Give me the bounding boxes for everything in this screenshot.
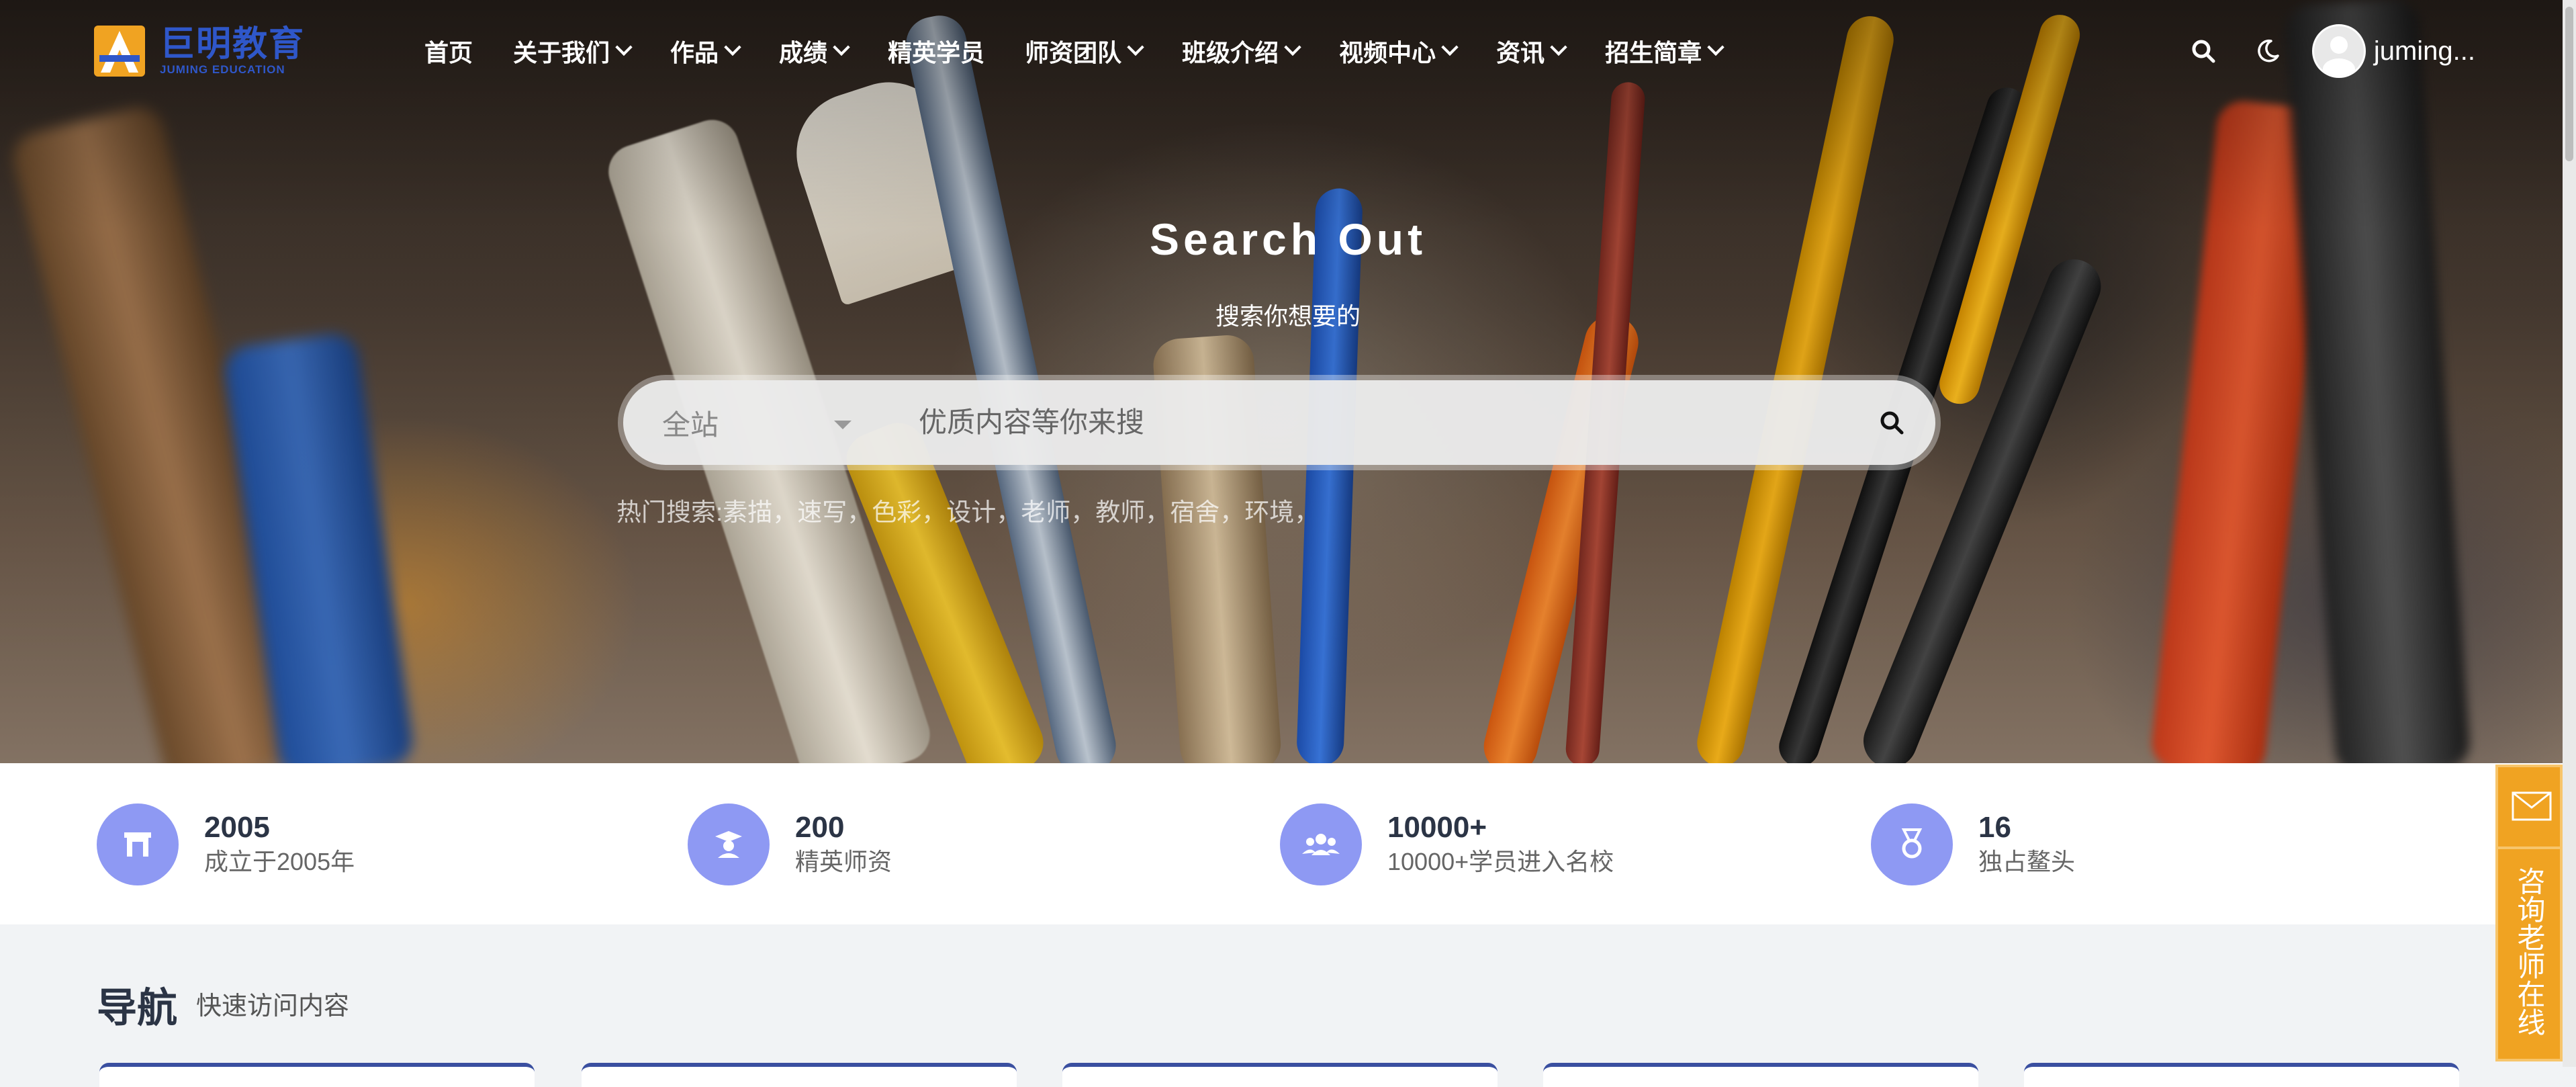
quick-nav-section: 导航 快速访问内容 [0,924,2576,1087]
chevron-down-icon [1550,38,1567,56]
chevron-down-icon [1707,38,1724,56]
search-bar: 全站 [618,375,1941,470]
chevron-down-icon [724,38,741,56]
separator: ， [1294,498,1320,526]
chevron-down-icon [1441,38,1459,56]
menu-label: 资讯 [1496,39,1545,67]
separator: ， [1220,498,1245,526]
separator: ， [921,498,947,526]
menu-item-videos[interactable]: 视频中心 [1339,32,1476,70]
stat-label: 10000+学员进入名校 [1387,848,1614,875]
hot-keyword[interactable]: 素描 [723,492,772,528]
nav-card[interactable] [99,1063,535,1087]
menu-label: 师资团队 [1025,39,1122,67]
menu-item-elite-students[interactable]: 精英学员 [888,32,1005,70]
hot-searches: 热门搜索: 素描， 速写， 色彩， 设计， 老师， 教师， 宿舍， 环境， [616,492,1319,528]
stat-label: 独占鳌头 [1978,848,2076,875]
nav-card[interactable] [582,1063,1017,1087]
menu-label: 首页 [424,39,473,67]
main-menu: 首页 关于我们 作品 成绩 精英学员 师资团队 班级介绍 视频中心 资讯 招生简… [424,32,1762,70]
stat-item: 16 独占鳌头 [1871,803,2075,885]
menu-label: 视频中心 [1339,39,1436,67]
stat-number: 200 [795,811,845,844]
menu-item-about[interactable]: 关于我们 [513,32,650,70]
hot-keyword[interactable]: 设计 [946,492,996,528]
stat-label: 成立于2005年 [204,848,355,875]
search-submit-button[interactable] [1848,380,1935,465]
hot-keyword[interactable]: 环境 [1244,492,1294,528]
nav-card[interactable] [2024,1063,2459,1087]
caret-down-icon [834,421,852,429]
menu-item-faculty[interactable]: 师资团队 [1025,32,1162,70]
menu-item-home[interactable]: 首页 [424,32,493,70]
brand-name-en: JUMING EDUCATION [160,63,285,76]
nav-actions: juming... [2159,24,2475,78]
stat-item: 200 精英师资 [688,803,892,885]
search-icon [1880,411,1904,435]
menu-label: 精英学员 [888,39,985,67]
search-subtitle: 搜索你想要的 [1215,302,1361,330]
menu-label: 关于我们 [513,39,610,67]
search-icon[interactable] [2183,31,2223,71]
hot-keyword[interactable]: 宿舍 [1170,492,1220,528]
medal-icon [1871,803,1953,885]
brand-name: 巨明教育 [160,25,306,64]
stat-item: 2005 成立于2005年 [97,803,355,885]
menu-label: 班级介绍 [1182,39,1279,67]
stat-number: 2005 [204,811,270,844]
stat-label: 精英师资 [795,848,892,875]
stat-number: 10000+ [1387,811,1487,844]
menu-label: 成绩 [779,39,828,67]
logo-mark-icon [94,26,145,77]
teacher-icon [688,803,770,885]
menu-item-works[interactable]: 作品 [670,32,759,70]
chevron-down-icon [1284,38,1301,56]
separator: ， [1070,498,1096,526]
students-icon [1280,803,1362,885]
search-scope-select[interactable]: 全站 [623,380,885,465]
menu-item-classes[interactable]: 班级介绍 [1182,32,1319,70]
stats-bar: 2005 成立于2005年 200 精英师资 10000+ 10000+学员进入… [0,763,2576,924]
scrollbar-thumb[interactable] [2565,7,2573,161]
menu-item-results[interactable]: 成绩 [779,32,868,70]
hot-keyword[interactable]: 色彩 [872,492,921,528]
consult-teacher-button[interactable]: 咨询老师在线 [2495,765,2563,1061]
menu-item-news[interactable]: 资讯 [1496,32,1585,70]
brand-logo[interactable]: 巨明教育 JUMING EDUCATION [94,24,305,78]
section-title: 导航 [97,986,177,1031]
section-subtitle: 快速访问内容 [196,992,350,1020]
separator: ， [1145,498,1170,526]
hot-keyword[interactable]: 教师 [1095,492,1145,528]
consult-label: 咨询老师在线 [2514,867,2545,1036]
chevron-down-icon [615,38,633,56]
separator: ， [996,498,1021,526]
hot-keyword[interactable]: 老师 [1021,492,1070,528]
page-scrollbar[interactable] [2563,0,2576,1067]
stat-item: 10000+ 10000+学员进入名校 [1280,803,1614,885]
separator: ， [772,498,798,526]
mail-icon [2512,791,2552,821]
menu-label: 招生简章 [1605,39,1702,67]
search-title: Search Out [1149,214,1427,264]
nav-card[interactable] [1543,1063,1978,1087]
separator: ， [847,498,872,526]
chevron-down-icon [833,38,850,56]
hot-keyword[interactable]: 速写 [797,492,847,528]
divider [2498,846,2560,849]
search-scope-value: 全站 [662,408,719,441]
menu-label: 作品 [670,39,719,67]
avatar[interactable] [2311,24,2366,78]
search-input[interactable] [885,380,1848,466]
menu-item-admissions[interactable]: 招生简章 [1605,32,1742,70]
top-navbar: 巨明教育 JUMING EDUCATION 首页 关于我们 作品 成绩 精英学员… [0,0,2576,101]
chevron-down-icon [1127,38,1144,56]
hot-searches-label: 热门搜索: [616,498,723,526]
building-icon [97,803,179,885]
nav-card[interactable] [1062,1063,1498,1087]
username[interactable]: juming... [2374,36,2475,67]
moon-icon[interactable] [2248,31,2288,71]
stat-number: 16 [1978,811,2011,844]
